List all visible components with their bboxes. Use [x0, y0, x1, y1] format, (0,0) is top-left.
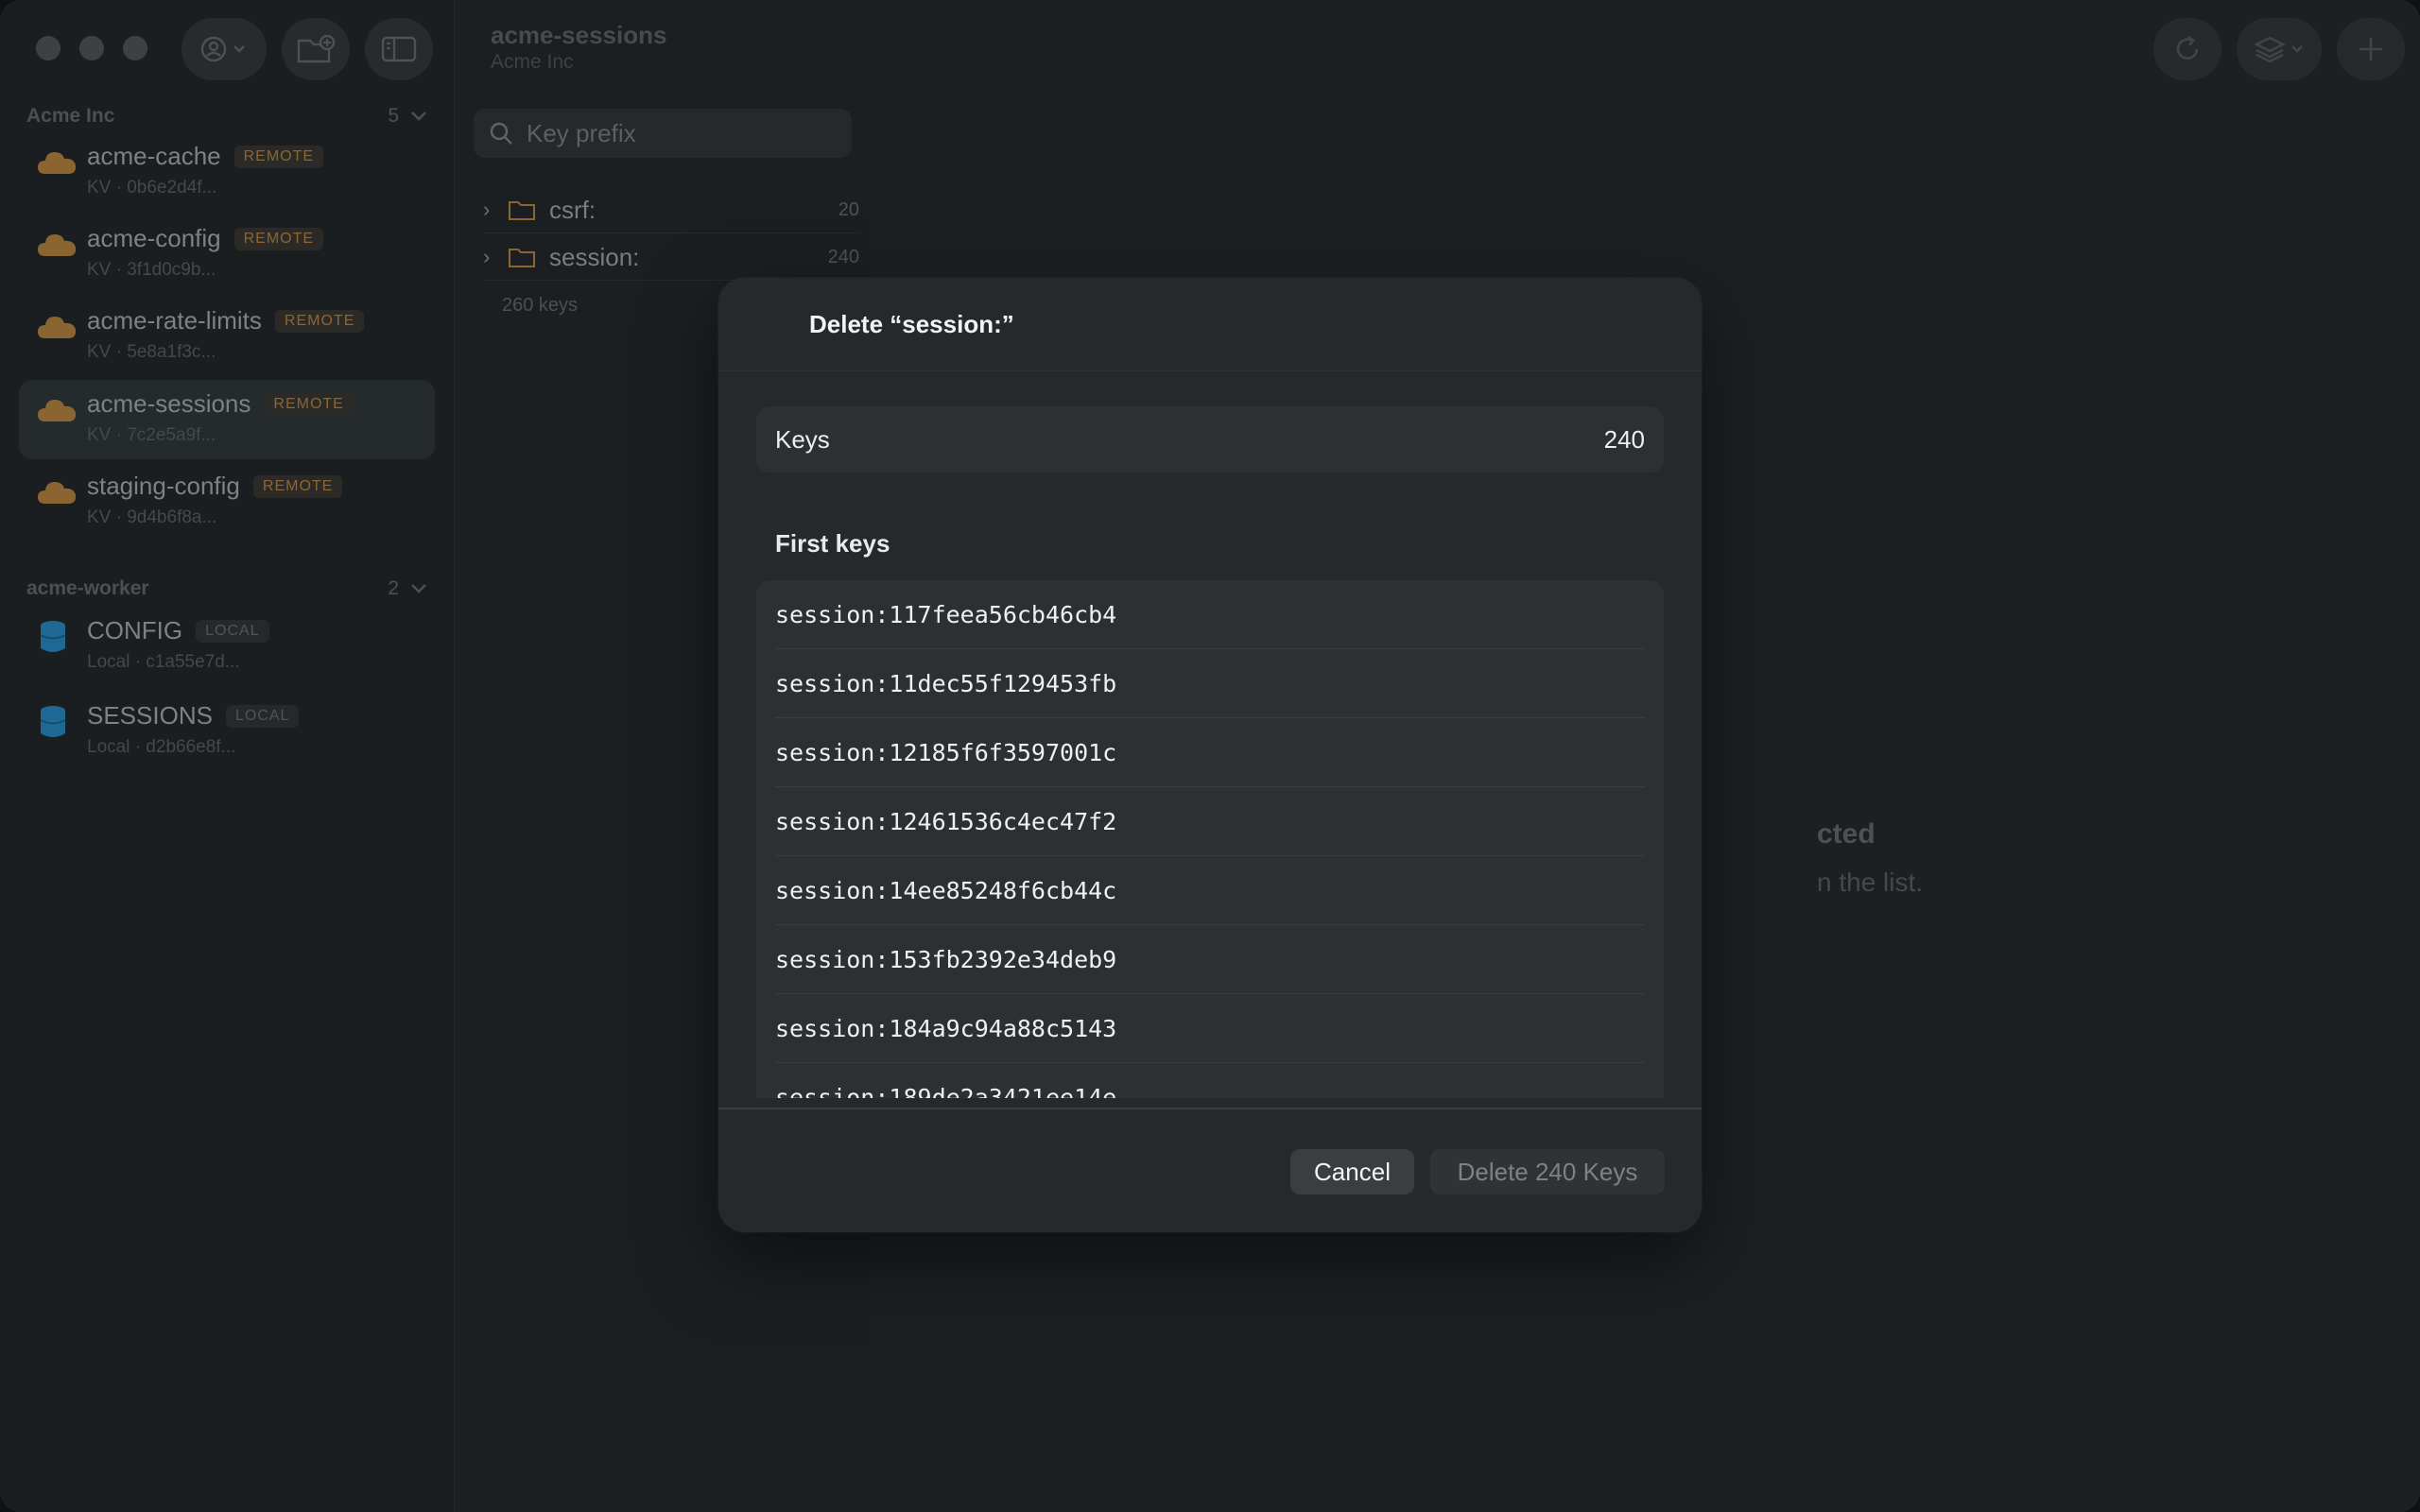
- prefix-row-csrf[interactable]: › csrf: 20: [483, 187, 859, 233]
- close-window-button[interactable]: [36, 36, 60, 60]
- remote-badge: REMOTE: [264, 392, 354, 416]
- empty-state-subtitle: n the list.: [1817, 868, 1924, 897]
- local-badge: LOCAL: [196, 619, 269, 643]
- chevron-down-icon: [411, 584, 426, 593]
- first-keys-list[interactable]: session:117feea56cb46cb4 session:11dec55…: [756, 580, 1664, 1098]
- namespace-name: acme-sessions: [87, 389, 251, 418]
- namespace-name: acme-config: [87, 224, 221, 252]
- keys-count-row: Keys 240: [756, 406, 1664, 472]
- chevron-down-icon: [411, 112, 426, 121]
- search-input[interactable]: [525, 117, 831, 149]
- list-item: session:184a9c94a88c5143: [775, 994, 1645, 1063]
- layers-icon: [2254, 36, 2303, 63]
- list-item: session:12185f6f3597001c: [775, 718, 1645, 787]
- list-item: session:153fb2392e34deb9: [775, 925, 1645, 994]
- group-header-acme-worker[interactable]: acme-worker 2: [26, 575, 427, 603]
- empty-state-title: cted: [1817, 818, 1876, 850]
- delete-keys-button[interactable]: Delete 240 Keys: [1430, 1149, 1665, 1194]
- refresh-icon: [2176, 35, 2199, 60]
- folder-icon: [509, 201, 535, 220]
- keys-label: Keys: [775, 424, 830, 454]
- namespace-subtitle: KV · 5e8a1f3c...: [87, 342, 216, 362]
- delete-prefix-dialog: Delete “session:” Keys 240 First keys se…: [718, 278, 1702, 1232]
- search-field[interactable]: [474, 109, 852, 158]
- keys-total: 260 keys: [502, 295, 579, 316]
- cloud-icon: [38, 400, 77, 421]
- keys-value: 240: [1603, 424, 1645, 454]
- folder-add-icon: [297, 34, 336, 63]
- prefix-name: session:: [549, 242, 640, 271]
- window-controls: [36, 36, 147, 60]
- list-item: session:189de2a3421ee14e: [775, 1063, 1645, 1099]
- namespace-name: acme-rate-limits: [87, 306, 262, 335]
- list-item: session:117feea56cb46cb4: [775, 580, 1645, 649]
- namespace-account: Acme Inc: [491, 51, 574, 73]
- namespace-name: acme-cache: [87, 142, 221, 170]
- add-key-button[interactable]: [2337, 18, 2405, 80]
- namespace-item-sessions[interactable]: SESSIONS LOCAL Local · d2b66e8f...: [19, 692, 435, 771]
- database-icon: [40, 621, 66, 652]
- chevron-right-icon[interactable]: ›: [483, 245, 502, 269]
- namespace-subtitle: KV · 0b6e2d4f...: [87, 178, 217, 198]
- namespace-title: acme-sessions: [491, 21, 667, 49]
- group-name: acme-worker: [26, 577, 149, 599]
- namespace-item-acme-config[interactable]: acme-config REMOTE KV · 3f1d0c9b...: [19, 215, 435, 294]
- search-icon: [490, 122, 512, 145]
- sidebar-icon: [381, 36, 417, 62]
- list-item: session:11dec55f129453fb: [775, 649, 1645, 718]
- namespace-name: staging-config: [87, 472, 240, 500]
- cloud-icon: [38, 317, 77, 338]
- cancel-button[interactable]: Cancel: [1290, 1149, 1414, 1194]
- database-icon: [40, 706, 66, 737]
- layers-menu-button[interactable]: [2237, 18, 2322, 80]
- minimize-window-button[interactable]: [79, 36, 104, 60]
- remote-badge: REMOTE: [252, 474, 343, 498]
- chevron-right-icon[interactable]: ›: [483, 198, 502, 222]
- namespace-item-staging-config[interactable]: staging-config REMOTE KV · 9d4b6f8a...: [19, 462, 435, 541]
- group-header-acme-inc[interactable]: Acme Inc 5: [26, 102, 427, 130]
- folder-icon: [509, 249, 535, 267]
- remote-badge: REMOTE: [274, 309, 365, 333]
- group-count: 5: [388, 105, 399, 127]
- prefix-count: 20: [838, 198, 859, 220]
- local-badge: LOCAL: [225, 704, 300, 728]
- group-count: 2: [388, 577, 399, 599]
- cloud-icon: [38, 152, 77, 174]
- namespace-subtitle: Local · c1a55e7d...: [87, 652, 240, 672]
- namespace-item-acme-sessions[interactable]: acme-sessions REMOTE KV · 7c2e5a9f...: [19, 380, 435, 459]
- cloud-icon: [38, 234, 77, 256]
- namespace-subtitle: KV · 9d4b6f8a...: [87, 507, 217, 527]
- namespace-subtitle: KV · 7c2e5a9f...: [87, 425, 216, 445]
- toggle-sidebar-button[interactable]: [365, 18, 433, 80]
- namespace-name: CONFIG: [87, 616, 183, 644]
- divider: [718, 370, 1702, 371]
- first-keys-heading: First keys: [775, 529, 890, 558]
- plus-icon: [2360, 38, 2382, 60]
- cloud-icon: [38, 482, 77, 504]
- prefix-count: 240: [827, 246, 859, 267]
- group-name: Acme Inc: [26, 105, 115, 127]
- app-window: Acme Inc 5 acme-cache REMOTE KV · 0b6e2d4…: [0, 0, 2420, 1512]
- divider: [718, 1108, 1702, 1109]
- dialog-title: Delete “session:”: [809, 310, 1014, 338]
- new-folder-button[interactable]: [282, 18, 350, 80]
- prefix-name: csrf:: [549, 195, 596, 224]
- account-icon: [200, 36, 245, 62]
- list-item: session:12461536c4ec47f2: [775, 787, 1645, 856]
- refresh-button[interactable]: [2153, 18, 2221, 80]
- account-menu-button[interactable]: [182, 18, 267, 80]
- remote-badge: REMOTE: [233, 145, 324, 168]
- namespace-name: SESSIONS: [87, 701, 213, 730]
- namespace-item-acme-rate-limits[interactable]: acme-rate-limits REMOTE KV · 5e8a1f3c...: [19, 297, 435, 376]
- prefix-row-session[interactable]: › session: 240: [483, 234, 859, 281]
- namespace-item-config[interactable]: CONFIG LOCAL Local · c1a55e7d...: [19, 607, 435, 686]
- remote-badge: REMOTE: [233, 227, 324, 250]
- namespace-subtitle: KV · 3f1d0c9b...: [87, 260, 216, 280]
- list-item: session:14ee85248f6cb44c: [775, 856, 1645, 925]
- sidebar: Acme Inc 5 acme-cache REMOTE KV · 0b6e2d4…: [0, 0, 454, 1512]
- namespace-item-acme-cache[interactable]: acme-cache REMOTE KV · 0b6e2d4f...: [19, 132, 435, 212]
- namespace-subtitle: Local · d2b66e8f...: [87, 737, 236, 757]
- zoom-window-button[interactable]: [123, 36, 147, 60]
